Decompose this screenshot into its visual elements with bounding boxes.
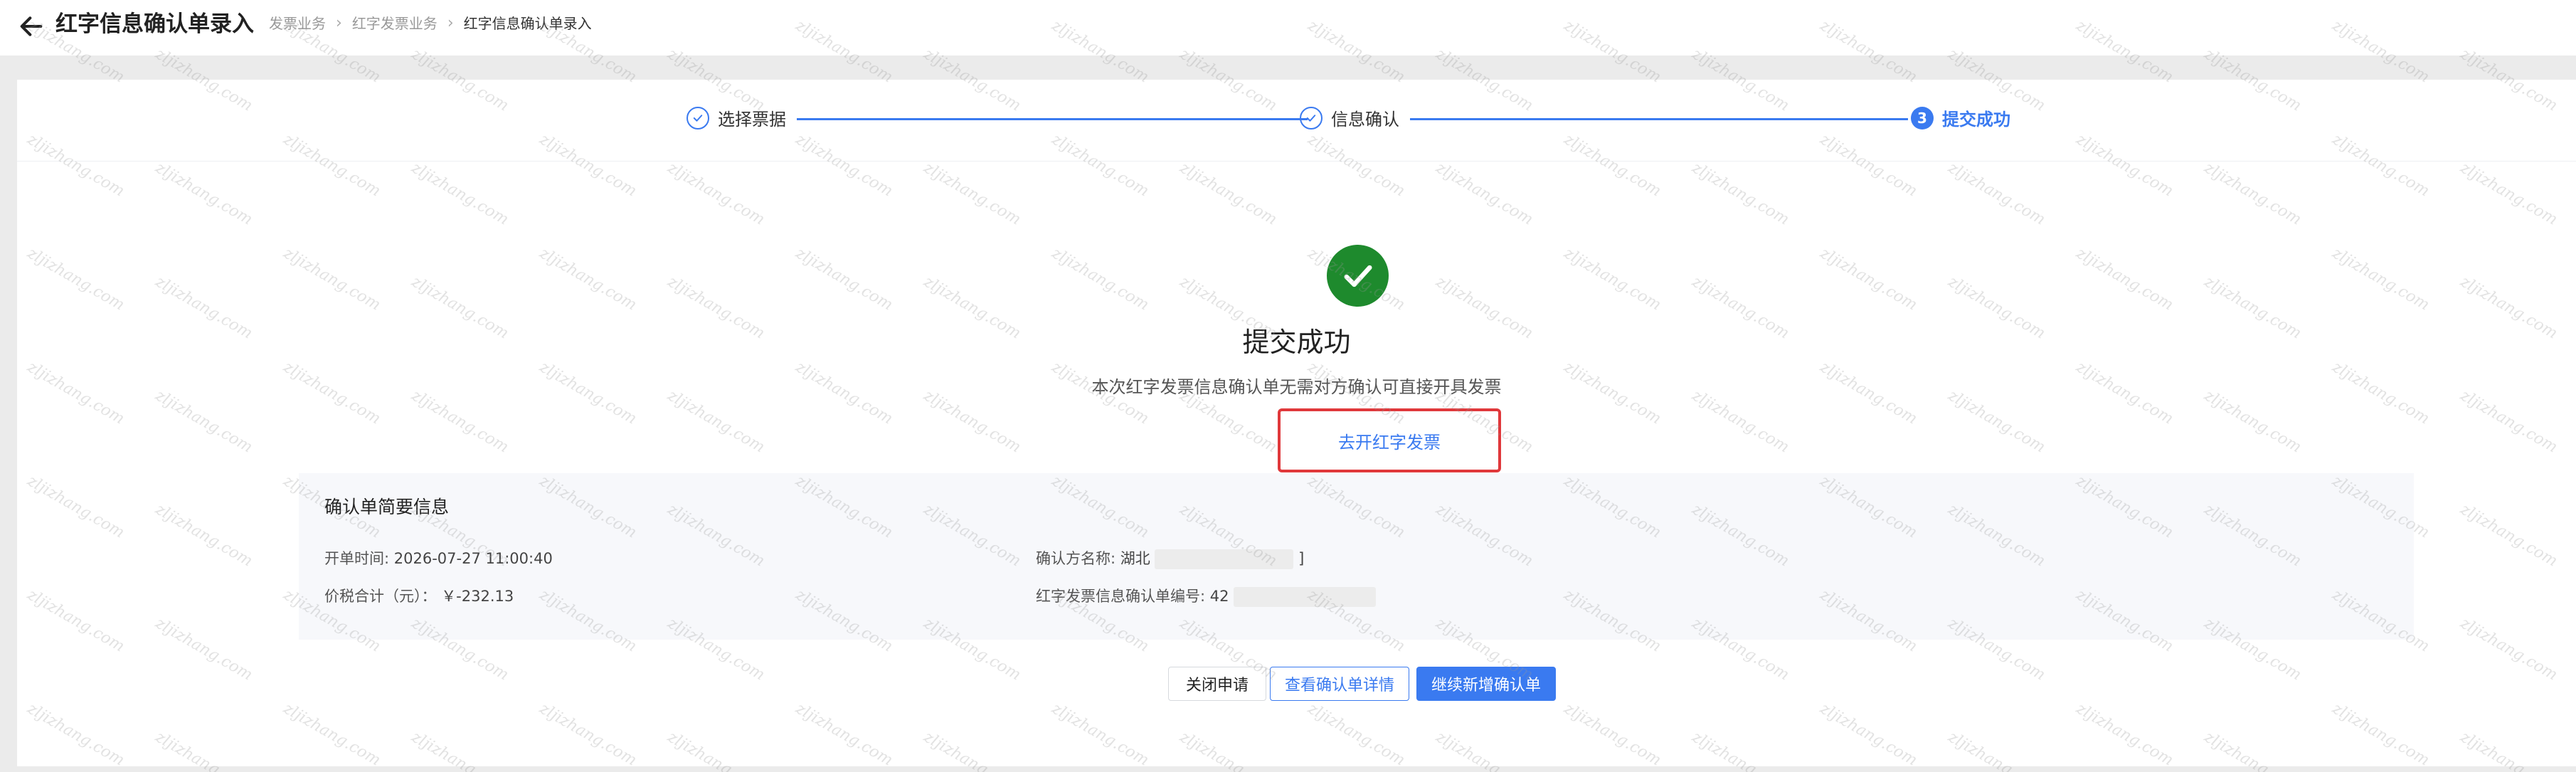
check-circle-icon <box>687 106 709 129</box>
total-value: ￥-232.13 <box>441 588 514 605</box>
issue-time: 开单时间: 2026-07-27 11:00:40 <box>324 548 553 569</box>
total-amount: 价税合计（元）： ￥-232.13 <box>324 586 514 607</box>
steps-bar: 选择票据 信息确认 3 提交成功 <box>17 80 2576 162</box>
redacted-area <box>1155 549 1294 569</box>
main-card: 选择票据 信息确认 3 提交成功 提交成功 本次红字发票信息确认单无需对方确认可… <box>17 80 2576 766</box>
confirm-party-label: 确认方名称: <box>1036 550 1116 567</box>
breadcrumb: 发票业务 › 红字发票业务 › 红字信息确认单录入 <box>269 13 592 34</box>
success-check-icon <box>1327 245 1389 307</box>
step-select-invoice: 选择票据 <box>687 105 786 130</box>
step-confirm-info: 信息确认 <box>1300 105 1399 130</box>
confirm-number-label: 红字发票信息确认单编号: <box>1036 588 1206 605</box>
success-description: 本次红字发票信息确认单无需对方确认可直接开具发票 <box>1091 377 1502 397</box>
breadcrumb-item-invoice-business[interactable]: 发票业务 <box>269 13 326 34</box>
breadcrumb-item-red-invoice-business[interactable]: 红字发票业务 <box>352 13 438 34</box>
step-connector <box>797 118 1308 120</box>
success-title: 提交成功 <box>1242 327 1351 358</box>
go-red-invoice-link[interactable]: 去开红字发票 <box>1278 408 1501 472</box>
chevron-right-icon: › <box>336 14 342 32</box>
confirm-number-value: 42 <box>1209 588 1229 605</box>
issue-time-value: 2026-07-27 11:00:40 <box>393 550 553 567</box>
total-label: 价税合计（元）： <box>324 588 437 605</box>
check-circle-icon <box>1300 106 1323 129</box>
close-request-button[interactable]: 关闭申请 <box>1168 667 1266 701</box>
step-label: 选择票据 <box>718 110 786 129</box>
view-detail-button[interactable]: 查看确认单详情 <box>1270 667 1409 701</box>
redacted-area <box>1234 587 1377 607</box>
confirm-party-suffix: ] <box>1298 550 1305 567</box>
chevron-right-icon: › <box>447 14 454 32</box>
page-title: 红字信息确认单录入 <box>55 11 254 37</box>
step-label: 信息确认 <box>1331 110 1399 129</box>
confirm-party-value: 湖北 <box>1120 550 1150 567</box>
confirm-number: 红字发票信息确认单编号: 42 <box>1036 586 1377 607</box>
confirm-party: 确认方名称: 湖北 ] <box>1036 548 1304 569</box>
step-number-badge: 3 <box>1911 106 1934 129</box>
top-bar: 红字信息确认单录入 发票业务 › 红字发票业务 › 红字信息确认单录入 <box>0 0 2576 55</box>
summary-panel: 确认单简要信息 开单时间: 2026-07-27 11:00:40 价税合计（元… <box>299 473 2414 640</box>
continue-add-button[interactable]: 继续新增确认单 <box>1416 667 1556 701</box>
step-label: 提交成功 <box>1942 110 2010 129</box>
back-arrow-icon[interactable] <box>17 12 46 41</box>
issue-time-label: 开单时间: <box>324 550 390 567</box>
breadcrumb-item-current: 红字信息确认单录入 <box>463 15 592 32</box>
summary-title: 确认单简要信息 <box>324 497 450 517</box>
step-connector <box>1410 118 1908 120</box>
step-submit-success: 3 提交成功 <box>1911 105 2010 130</box>
